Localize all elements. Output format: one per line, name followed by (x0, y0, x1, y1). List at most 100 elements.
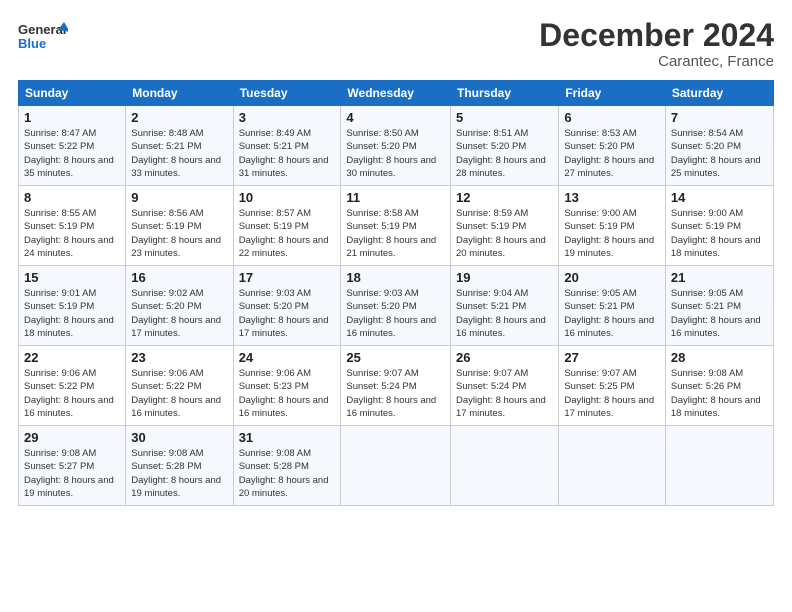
day-info: Sunrise: 8:50 AMSunset: 5:20 PMDaylight:… (346, 128, 436, 179)
day-number: 29 (24, 430, 120, 445)
day-info: Sunrise: 8:57 AMSunset: 5:19 PMDaylight:… (239, 208, 329, 259)
day-number: 28 (671, 350, 768, 365)
table-row (559, 426, 666, 506)
day-info: Sunrise: 9:00 AMSunset: 5:19 PMDaylight:… (564, 208, 654, 259)
day-info: Sunrise: 9:06 AMSunset: 5:22 PMDaylight:… (131, 368, 221, 419)
day-info: Sunrise: 9:08 AMSunset: 5:26 PMDaylight:… (671, 368, 761, 419)
day-number: 18 (346, 270, 445, 285)
header-sunday: Sunday (19, 81, 126, 106)
day-number: 19 (456, 270, 553, 285)
logo-svg: General Blue (18, 18, 68, 56)
table-row: 21Sunrise: 9:05 AMSunset: 5:21 PMDayligh… (665, 266, 773, 346)
day-info: Sunrise: 8:56 AMSunset: 5:19 PMDaylight:… (131, 208, 221, 259)
table-row: 14 Sunrise: 9:00 AMSunset: 5:19 PMDayligh… (665, 186, 773, 266)
day-number: 13 (564, 190, 660, 205)
table-row: 15Sunrise: 9:01 AMSunset: 5:19 PMDayligh… (19, 266, 126, 346)
table-row: 20 Sunrise: 9:05 AMSunset: 5:21 PMDayligh… (559, 266, 666, 346)
calendar-page: General Blue December 2024 Carantec, Fra… (0, 0, 792, 612)
table-row: 7 Sunrise: 8:54 AMSunset: 5:20 PMDaylight… (665, 106, 773, 186)
table-row: 31Sunrise: 9:08 AMSunset: 5:28 PMDayligh… (233, 426, 341, 506)
table-row: 9 Sunrise: 8:56 AMSunset: 5:19 PMDaylight… (126, 186, 233, 266)
day-number: 30 (131, 430, 227, 445)
day-info: Sunrise: 8:53 AMSunset: 5:20 PMDaylight:… (564, 128, 654, 179)
day-info: Sunrise: 9:03 AMSunset: 5:20 PMDaylight:… (239, 288, 329, 339)
table-row: 12Sunrise: 8:59 AMSunset: 5:19 PMDayligh… (451, 186, 559, 266)
day-info: Sunrise: 9:07 AMSunset: 5:24 PMDaylight:… (346, 368, 436, 419)
day-info: Sunrise: 9:08 AMSunset: 5:28 PMDaylight:… (239, 448, 329, 499)
day-number: 27 (564, 350, 660, 365)
day-info: Sunrise: 9:00 AMSunset: 5:19 PMDaylight:… (671, 208, 761, 259)
day-number: 9 (131, 190, 227, 205)
day-info: Sunrise: 8:58 AMSunset: 5:19 PMDaylight:… (346, 208, 436, 259)
day-info: Sunrise: 9:07 AMSunset: 5:25 PMDaylight:… (564, 368, 654, 419)
table-row: 30Sunrise: 9:08 AMSunset: 5:28 PMDayligh… (126, 426, 233, 506)
day-info: Sunrise: 9:03 AMSunset: 5:20 PMDaylight:… (346, 288, 436, 339)
table-row: 6 Sunrise: 8:53 AMSunset: 5:20 PMDaylight… (559, 106, 666, 186)
calendar-title: December 2024 (539, 18, 774, 53)
table-row: 1Sunrise: 8:47 AMSunset: 5:22 PMDaylight… (19, 106, 126, 186)
table-row: 18 Sunrise: 9:03 AMSunset: 5:20 PMDayligh… (341, 266, 451, 346)
day-info: Sunrise: 8:55 AMSunset: 5:19 PMDaylight:… (24, 208, 114, 259)
svg-text:Blue: Blue (18, 36, 46, 51)
header-monday: Monday (126, 81, 233, 106)
table-row: 28 Sunrise: 9:08 AMSunset: 5:26 PMDayligh… (665, 346, 773, 426)
day-number: 11 (346, 190, 445, 205)
day-info: Sunrise: 9:07 AMSunset: 5:24 PMDaylight:… (456, 368, 546, 419)
day-number: 26 (456, 350, 553, 365)
day-info: Sunrise: 9:06 AMSunset: 5:22 PMDaylight:… (24, 368, 114, 419)
day-number: 10 (239, 190, 336, 205)
table-row: 22 Sunrise: 9:06 AMSunset: 5:22 PMDayligh… (19, 346, 126, 426)
day-info: Sunrise: 8:48 AMSunset: 5:21 PMDaylight:… (131, 128, 221, 179)
header: General Blue December 2024 Carantec, Fra… (18, 18, 774, 70)
day-info: Sunrise: 9:02 AMSunset: 5:20 PMDaylight:… (131, 288, 221, 339)
table-row: 26 Sunrise: 9:07 AMSunset: 5:24 PMDayligh… (451, 346, 559, 426)
table-row: 2 Sunrise: 8:48 AMSunset: 5:21 PMDaylight… (126, 106, 233, 186)
day-info: Sunrise: 8:54 AMSunset: 5:20 PMDaylight:… (671, 128, 761, 179)
day-info: Sunrise: 9:08 AMSunset: 5:27 PMDaylight:… (24, 448, 114, 499)
calendar-week-row: 15Sunrise: 9:01 AMSunset: 5:19 PMDayligh… (19, 266, 774, 346)
table-row: 10 Sunrise: 8:57 AMSunset: 5:19 PMDayligh… (233, 186, 341, 266)
calendar-subtitle: Carantec, France (539, 53, 774, 70)
day-number: 4 (346, 110, 445, 125)
header-saturday: Saturday (665, 81, 773, 106)
table-row: 24 Sunrise: 9:06 AMSunset: 5:23 PMDayligh… (233, 346, 341, 426)
table-row: 13 Sunrise: 9:00 AMSunset: 5:19 PMDayligh… (559, 186, 666, 266)
day-number: 20 (564, 270, 660, 285)
day-number: 16 (131, 270, 227, 285)
calendar-week-row: 1Sunrise: 8:47 AMSunset: 5:22 PMDaylight… (19, 106, 774, 186)
day-number: 14 (671, 190, 768, 205)
table-row (341, 426, 451, 506)
table-row: 29 Sunrise: 9:08 AMSunset: 5:27 PMDayligh… (19, 426, 126, 506)
day-number: 25 (346, 350, 445, 365)
day-info: Sunrise: 9:06 AMSunset: 5:23 PMDaylight:… (239, 368, 329, 419)
day-info: Sunrise: 8:49 AMSunset: 5:21 PMDaylight:… (239, 128, 329, 179)
day-info: Sunrise: 9:04 AMSunset: 5:21 PMDaylight:… (456, 288, 546, 339)
day-info: Sunrise: 9:01 AMSunset: 5:19 PMDaylight:… (24, 288, 114, 339)
day-number: 5 (456, 110, 553, 125)
table-row: 25 Sunrise: 9:07 AMSunset: 5:24 PMDayligh… (341, 346, 451, 426)
day-number: 24 (239, 350, 336, 365)
table-row: 23 Sunrise: 9:06 AMSunset: 5:22 PMDayligh… (126, 346, 233, 426)
table-row: 4 Sunrise: 8:50 AMSunset: 5:20 PMDaylight… (341, 106, 451, 186)
table-row: 11 Sunrise: 8:58 AMSunset: 5:19 PMDayligh… (341, 186, 451, 266)
day-info: Sunrise: 9:05 AMSunset: 5:21 PMDaylight:… (671, 288, 761, 339)
day-info: Sunrise: 8:59 AMSunset: 5:19 PMDaylight:… (456, 208, 546, 259)
calendar-week-row: 29 Sunrise: 9:08 AMSunset: 5:27 PMDayligh… (19, 426, 774, 506)
table-row (451, 426, 559, 506)
day-number: 17 (239, 270, 336, 285)
header-wednesday: Wednesday (341, 81, 451, 106)
day-number: 7 (671, 110, 768, 125)
day-info: Sunrise: 9:05 AMSunset: 5:21 PMDaylight:… (564, 288, 654, 339)
day-info: Sunrise: 8:51 AMSunset: 5:20 PMDaylight:… (456, 128, 546, 179)
calendar-week-row: 8 Sunrise: 8:55 AMSunset: 5:19 PMDaylight… (19, 186, 774, 266)
table-row: 17 Sunrise: 9:03 AMSunset: 5:20 PMDayligh… (233, 266, 341, 346)
day-number: 22 (24, 350, 120, 365)
header-friday: Friday (559, 81, 666, 106)
title-section: December 2024 Carantec, France (539, 18, 774, 70)
table-row: 19 Sunrise: 9:04 AMSunset: 5:21 PMDayligh… (451, 266, 559, 346)
day-number: 23 (131, 350, 227, 365)
day-number: 6 (564, 110, 660, 125)
day-number: 8 (24, 190, 120, 205)
table-row: 5 Sunrise: 8:51 AMSunset: 5:20 PMDaylight… (451, 106, 559, 186)
day-number: 2 (131, 110, 227, 125)
